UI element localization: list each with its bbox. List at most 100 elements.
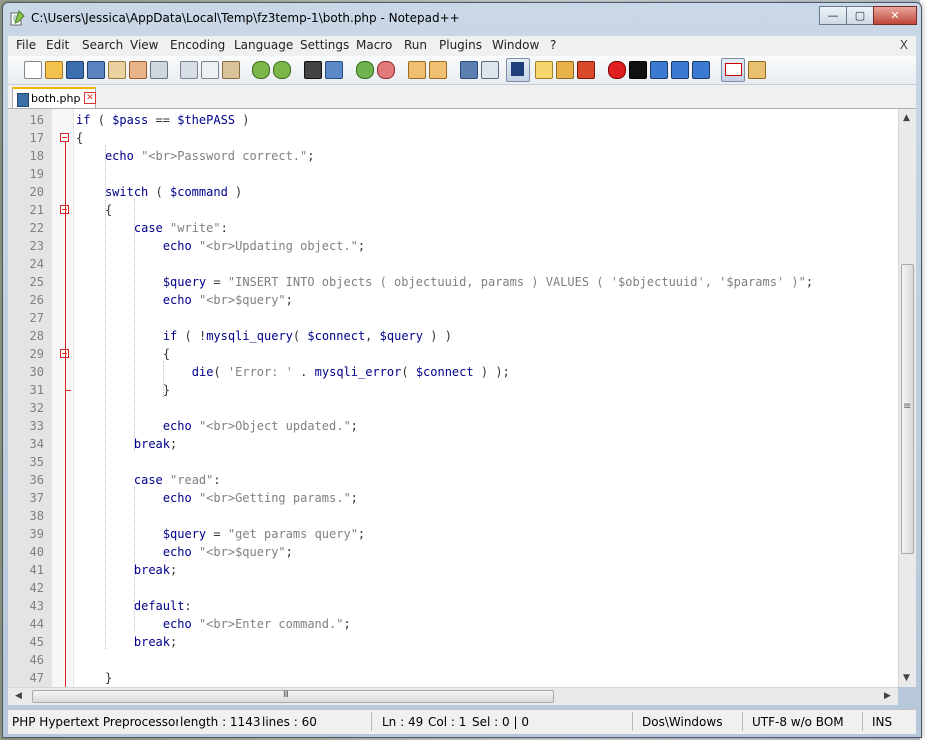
tab-close-icon[interactable]: ✕: [84, 92, 96, 104]
line-number: 26: [29, 293, 44, 307]
notepadpp-window: C:\Users\Jessica\AppData\Local\Temp\fz3t…: [2, 2, 922, 738]
vertical-scroll-thumb[interactable]: ≡: [901, 264, 914, 554]
spell-check-options-icon[interactable]: [748, 61, 766, 79]
code-line[interactable]: {: [76, 129, 83, 147]
function-list-icon[interactable]: [577, 61, 595, 79]
line-number: 17: [29, 131, 44, 145]
code-line[interactable]: die( 'Error: ' . mysqli_error( $connect …: [76, 363, 510, 381]
horizontal-scroll-thumb[interactable]: III: [32, 690, 554, 703]
code-line[interactable]: case "read":: [76, 471, 221, 489]
line-number: 24: [29, 257, 44, 271]
menu-edit[interactable]: Edit: [46, 38, 69, 52]
menu-file[interactable]: File: [16, 38, 36, 52]
code-line[interactable]: echo "<br>Object updated.";: [76, 417, 358, 435]
menu-view[interactable]: View: [130, 38, 158, 52]
menu-plugins[interactable]: Plugins: [439, 38, 482, 52]
line-number: 23: [29, 239, 44, 253]
code-line[interactable]: echo "<br>Enter command.";: [76, 615, 351, 633]
code-line[interactable]: {: [76, 201, 112, 219]
line-number: 29: [29, 347, 44, 361]
spell-check-button[interactable]: [721, 58, 745, 82]
code-line[interactable]: if ( !mysqli_query( $connect, $query ) ): [76, 327, 452, 345]
code-line[interactable]: break;: [76, 633, 177, 651]
minimize-button[interactable]: —: [819, 6, 847, 25]
open-file-icon[interactable]: [45, 61, 63, 79]
close-button[interactable]: ✕: [873, 6, 917, 25]
save-macro-icon[interactable]: [692, 61, 710, 79]
redo-icon[interactable]: [273, 61, 291, 79]
scroll-left-arrow[interactable]: ◀: [15, 691, 22, 701]
line-number: 31: [29, 383, 44, 397]
menu-language[interactable]: Language: [234, 38, 293, 52]
menu-search[interactable]: Search: [82, 38, 123, 52]
line-number: 18: [29, 149, 44, 163]
fold-margin[interactable]: [52, 109, 74, 687]
code-line[interactable]: break;: [76, 561, 177, 579]
line-number: 44: [29, 617, 44, 631]
caption-buttons: — ▢ ✕: [819, 6, 917, 25]
scroll-up-arrow[interactable]: ▲: [903, 113, 910, 123]
maximize-button[interactable]: ▢: [846, 6, 874, 25]
scroll-down-arrow[interactable]: ▼: [903, 673, 910, 683]
sync-vertical-icon[interactable]: [408, 61, 426, 79]
code-line[interactable]: $query = "get params query";: [76, 525, 365, 543]
code-editor[interactable]: if ( $pass == $thePASS ){ echo "<br>Pass…: [8, 109, 898, 687]
replace-icon[interactable]: [325, 61, 343, 79]
play-macro-icon[interactable]: [650, 61, 668, 79]
menu-window[interactable]: Window: [492, 38, 539, 52]
menu-run[interactable]: Run: [404, 38, 427, 52]
word-wrap-icon[interactable]: [460, 61, 478, 79]
find-icon[interactable]: [304, 61, 322, 79]
save-icon[interactable]: [66, 61, 84, 79]
code-line[interactable]: $query = "INSERT INTO objects ( objectuu…: [76, 273, 813, 291]
new-file-icon[interactable]: [24, 61, 42, 79]
tab-both-php[interactable]: both.php ✕: [12, 87, 96, 108]
code-line[interactable]: echo "<br>$query";: [76, 291, 293, 309]
code-line[interactable]: echo "<br>Password correct.";: [76, 147, 315, 165]
paste-icon[interactable]: [222, 61, 240, 79]
zoom-out-icon[interactable]: [377, 61, 395, 79]
close-all-icon[interactable]: [129, 61, 147, 79]
code-line[interactable]: echo "<br>Updating object.";: [76, 237, 365, 255]
vertical-grip-icon: ≡: [903, 401, 912, 412]
close-document-x[interactable]: X: [900, 38, 908, 52]
code-line[interactable]: {: [76, 345, 170, 363]
doc-map-icon[interactable]: [556, 61, 574, 79]
fold-toggle-icon[interactable]: [60, 133, 69, 142]
code-line[interactable]: case "write":: [76, 219, 228, 237]
code-line[interactable]: if ( $pass == $thePASS ): [76, 111, 249, 129]
cut-icon[interactable]: [180, 61, 198, 79]
status-encoding[interactable]: UTF-8 w/o BOM: [752, 715, 844, 729]
horizontal-scrollbar[interactable]: ◀ III ▶: [8, 687, 898, 705]
menu-settings[interactable]: Settings: [300, 38, 349, 52]
code-line[interactable]: echo "<br>$query";: [76, 543, 293, 561]
code-area[interactable]: if ( $pass == $thePASS ){ echo "<br>Pass…: [74, 109, 898, 687]
print-icon[interactable]: [150, 61, 168, 79]
code-line[interactable]: echo "<br>Getting params.";: [76, 489, 358, 507]
code-line[interactable]: break;: [76, 435, 177, 453]
menu-help[interactable]: ?: [550, 38, 556, 52]
code-line[interactable]: switch ( $command ): [76, 183, 242, 201]
copy-icon[interactable]: [201, 61, 219, 79]
user-language-icon[interactable]: [535, 61, 553, 79]
code-line[interactable]: }: [76, 669, 112, 687]
sync-horizontal-icon[interactable]: [429, 61, 447, 79]
run-macro-multiple-icon[interactable]: [671, 61, 689, 79]
vertical-scrollbar[interactable]: ▲ ≡ ▼: [898, 109, 916, 687]
undo-icon[interactable]: [252, 61, 270, 79]
title-bar[interactable]: C:\Users\Jessica\AppData\Local\Temp\fz3t…: [3, 3, 921, 33]
code-line[interactable]: }: [76, 381, 170, 399]
indent-guide-button[interactable]: [506, 58, 530, 82]
scroll-right-arrow[interactable]: ▶: [884, 691, 891, 701]
zoom-in-icon[interactable]: [356, 61, 374, 79]
menu-encoding[interactable]: Encoding: [170, 38, 225, 52]
close-file-icon[interactable]: [108, 61, 126, 79]
status-eol[interactable]: Dos\Windows: [642, 715, 722, 729]
status-insert-mode[interactable]: INS: [872, 715, 892, 729]
horizontal-grip-icon: III: [283, 690, 289, 700]
save-all-icon[interactable]: [87, 61, 105, 79]
show-all-chars-icon[interactable]: [481, 61, 499, 79]
record-macro-icon[interactable]: [608, 61, 626, 79]
stop-macro-icon[interactable]: [629, 61, 647, 79]
menu-macro[interactable]: Macro: [356, 38, 392, 52]
